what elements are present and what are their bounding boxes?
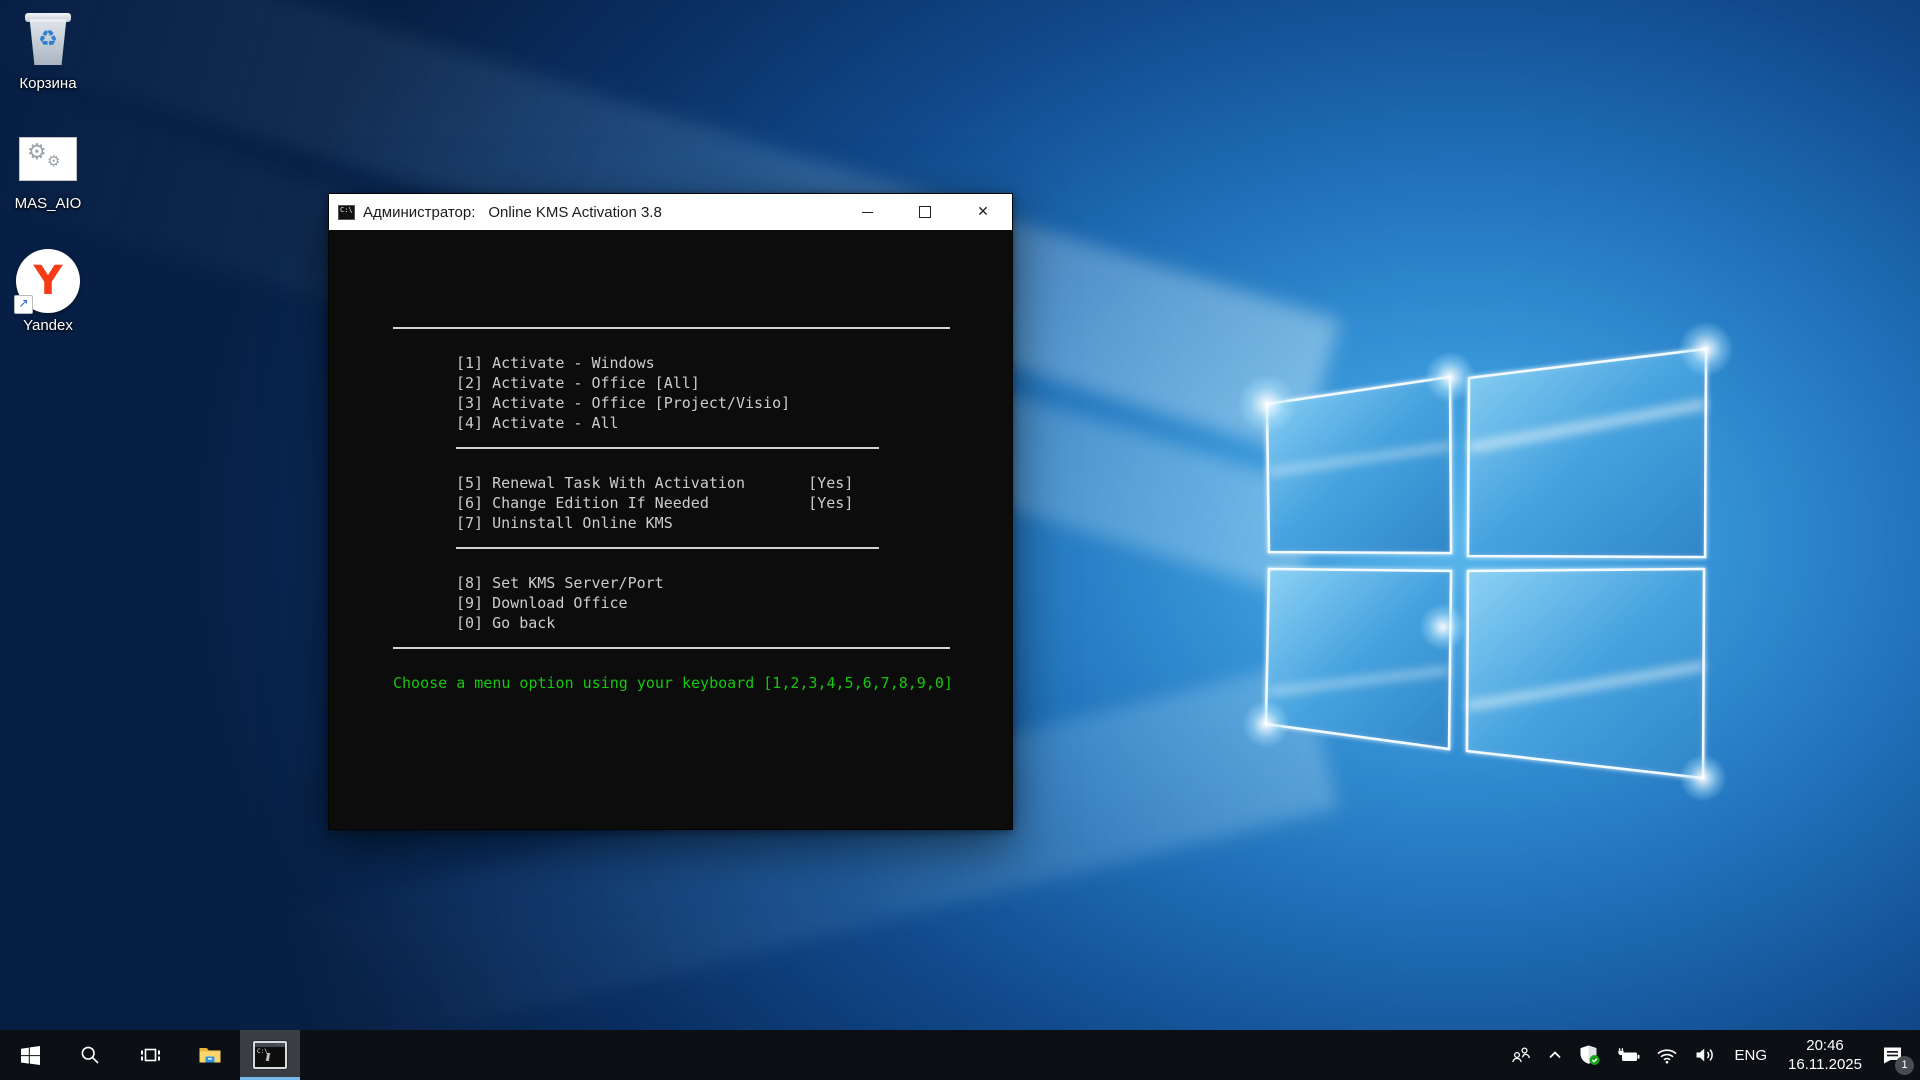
console-divider (393, 313, 1012, 333)
console-line: [7] Uninstall Online KMS (393, 513, 1012, 533)
maximize-icon (919, 206, 931, 218)
lens-flare (1242, 700, 1290, 748)
desktop-icon-recycle-bin[interactable]: ♻ Корзина (2, 6, 94, 92)
windows-start-icon (21, 1046, 40, 1065)
console-blank-line (393, 553, 1012, 573)
battery-button[interactable] (1608, 1030, 1648, 1080)
people-button[interactable] (1503, 1030, 1539, 1080)
lens-flare (1419, 603, 1467, 651)
close-button[interactable]: ✕ (954, 194, 1012, 230)
desktop-icon-label: MAS_AIO (2, 195, 94, 212)
minimize-button[interactable] (838, 194, 896, 230)
cmd-window: C:\ Администратор: Online KMS Activation… (328, 193, 1013, 830)
search-button[interactable] (60, 1030, 120, 1080)
cmd-icon: C:\ (338, 205, 355, 220)
clock-date: 16.11.2025 (1788, 1055, 1862, 1074)
notification-badge: 1 (1895, 1056, 1914, 1075)
system-tray: ENG 20:46 16.11.2025 1 (1503, 1030, 1920, 1080)
console-line: [4] Activate - All (393, 413, 1012, 433)
console-blank-line (393, 453, 1012, 473)
taskbar-cmd-button[interactable]: ··· C:\ (240, 1030, 300, 1080)
window-title-prefix: Администратор: (363, 204, 475, 221)
defender-button[interactable] (1571, 1030, 1608, 1080)
action-center-button[interactable]: 1 (1872, 1030, 1920, 1080)
volume-button[interactable] (1686, 1030, 1724, 1080)
console-line: [2] Activate - Office [All] (393, 373, 1012, 393)
task-view-button[interactable] (120, 1030, 180, 1080)
console-line: [8] Set KMS Server/Port (393, 573, 1012, 593)
lens-flare (1679, 754, 1727, 802)
hidden-icons-button[interactable] (1539, 1030, 1571, 1080)
language-indicator[interactable]: ENG (1724, 1030, 1779, 1080)
console-line: [3] Activate - Office [Project/Visio] (393, 393, 1012, 413)
taskbar: ··· C:\ (0, 1030, 1920, 1080)
console-line: [1] Activate - Windows (393, 353, 1012, 373)
recycle-bin-icon: ♻ (25, 11, 71, 67)
console-line: [6] Change Edition If Needed [Yes] (393, 493, 1012, 513)
battery-charging-icon (1615, 1045, 1641, 1065)
close-icon: ✕ (977, 205, 989, 219)
shortcut-arrow-icon: ↗ (14, 295, 33, 314)
window-title: Online KMS Activation 3.8 (488, 204, 661, 221)
console-prompt-line: Choose a menu option using your keyboard… (393, 673, 1012, 693)
console-line: [9] Download Office (393, 593, 1012, 613)
console-divider (393, 533, 1012, 553)
maximize-button[interactable] (896, 194, 954, 230)
console-blank-line (393, 333, 1012, 353)
start-button[interactable] (0, 1030, 60, 1080)
lens-flare (1424, 351, 1476, 403)
console-output[interactable]: [1] Activate - Windows [2] Activate - Of… (329, 230, 1012, 829)
people-icon (1510, 1045, 1532, 1065)
speaker-icon (1693, 1045, 1717, 1065)
minimize-icon (862, 212, 873, 213)
desktop: ♻ Корзина ⚙ ⚙ MAS_AIO Y ↗ Yandex C:\ Адм… (0, 0, 1920, 1080)
batch-file-icon: ⚙ ⚙ (19, 137, 77, 181)
lens-flare (1678, 321, 1734, 377)
window-titlebar[interactable]: C:\ Администратор: Online KMS Activation… (329, 194, 1012, 230)
chevron-up-icon (1546, 1046, 1564, 1064)
search-icon (80, 1045, 100, 1065)
desktop-icon-yandex[interactable]: Y ↗ Yandex (2, 248, 94, 334)
console-divider (393, 633, 1012, 653)
cmd-window-icon: ··· C:\ (253, 1041, 287, 1069)
console-line: [0] Go back (393, 613, 1012, 633)
desktop-icon-mas-aio[interactable]: ⚙ ⚙ MAS_AIO (2, 126, 94, 212)
file-explorer-button[interactable] (180, 1030, 240, 1080)
console-divider (393, 433, 1012, 453)
wifi-icon (1655, 1045, 1679, 1065)
wifi-button[interactable] (1648, 1030, 1686, 1080)
console-blank-line (393, 653, 1012, 673)
lens-flare (1237, 374, 1297, 434)
desktop-icon-label: Корзина (2, 75, 94, 92)
desktop-icon-label: Yandex (2, 317, 94, 334)
file-explorer-icon (198, 1045, 222, 1065)
shield-icon (1578, 1044, 1601, 1066)
taskbar-clock[interactable]: 20:46 16.11.2025 (1778, 1036, 1872, 1074)
clock-time: 20:46 (1788, 1036, 1862, 1055)
task-view-icon (140, 1045, 161, 1065)
console-line: [5] Renewal Task With Activation [Yes] (393, 473, 1012, 493)
